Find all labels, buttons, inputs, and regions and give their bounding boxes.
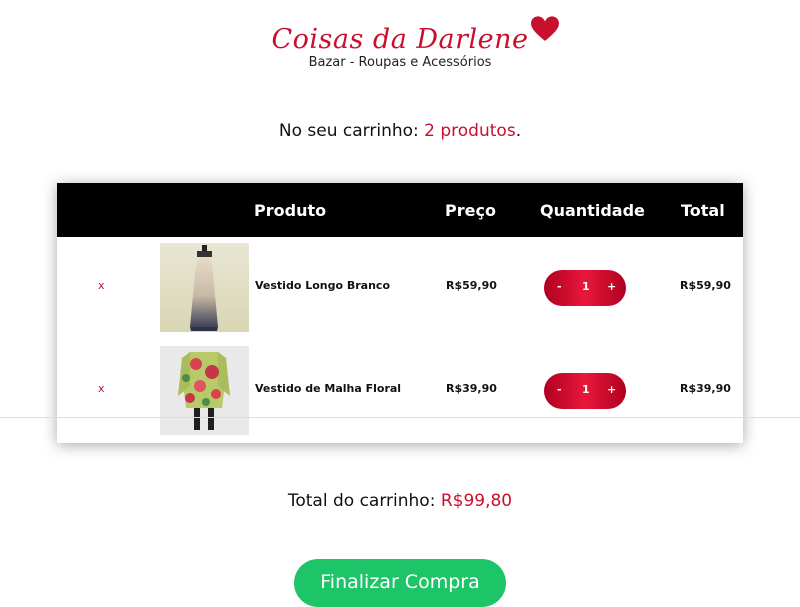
cart-total-value: R$99,80 <box>440 491 513 511</box>
row-total: R$59,90 <box>680 279 731 292</box>
product-image[interactable] <box>160 243 249 332</box>
product-image[interactable] <box>160 346 249 435</box>
cart-count-prefix: No seu carrinho: <box>278 121 425 141</box>
header-price: Preço <box>445 201 496 220</box>
remove-item-button[interactable]: x <box>98 279 105 292</box>
product-name[interactable]: Vestido Longo Branco <box>255 279 390 292</box>
header-product: Produto <box>254 201 327 220</box>
quantity-value: 1 <box>582 280 590 293</box>
cart-total-text: Total do carrinho: R$99,80 <box>0 491 800 511</box>
increase-quantity-button[interactable]: + <box>607 383 616 396</box>
brand-header: Coisas da Darlene Bazar - Roupas e Acess… <box>0 16 800 70</box>
header-total: Total <box>681 201 725 220</box>
header-quantity: Quantidade <box>540 201 645 220</box>
product-price: R$59,90 <box>446 279 497 292</box>
decrease-quantity-button[interactable]: - <box>557 383 562 396</box>
increase-quantity-button[interactable]: + <box>607 280 616 293</box>
brand-tagline: Bazar - Roupas e Acessórios <box>308 55 492 70</box>
brand-name: Coisas da Darlene <box>271 24 529 55</box>
product-price: R$39,90 <box>446 382 497 395</box>
brand-logo[interactable]: Coisas da Darlene <box>271 16 559 55</box>
cart-row: x Vestido Longo Branco R$59,90 - 1 + R$5… <box>57 237 743 333</box>
product-name[interactable]: Vestido de Malha Floral <box>255 382 401 395</box>
cart-row: x Vestido de Malha Floral R$39,90 - 1 + … <box>57 340 743 436</box>
quantity-value: 1 <box>582 383 590 396</box>
cart-count-text: No seu carrinho: 2 produtos. <box>0 121 800 141</box>
quantity-stepper: - 1 + <box>544 373 626 409</box>
divider <box>0 417 800 418</box>
remove-item-button[interactable]: x <box>98 382 105 395</box>
cart-count-value: 2 produtos <box>424 121 516 141</box>
cart-total-label: Total do carrinho: <box>287 491 441 511</box>
decrease-quantity-button[interactable]: - <box>557 280 562 293</box>
heart-icon <box>530 16 559 41</box>
cart-table: Produto Preço Quantidade Total x Vestido… <box>57 183 743 443</box>
cart-count-suffix: . <box>515 121 522 141</box>
row-total: R$39,90 <box>680 382 731 395</box>
cart-table-header: Produto Preço Quantidade Total <box>57 183 743 237</box>
quantity-stepper: - 1 + <box>544 270 626 306</box>
